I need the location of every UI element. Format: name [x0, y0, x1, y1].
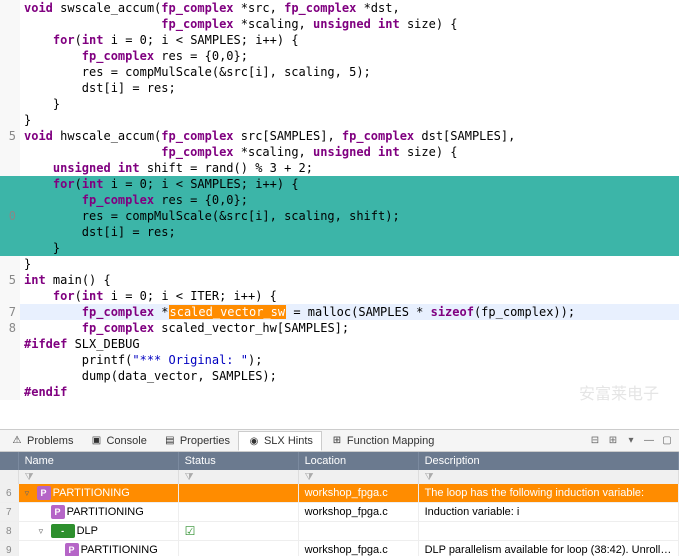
row-badge: P	[51, 505, 65, 519]
tab-console[interactable]: ▣Console	[81, 431, 154, 450]
row-location	[298, 522, 418, 541]
code-line[interactable]: 7 fp_complex *scaled_vector_sw = malloc(…	[0, 304, 679, 320]
code-line[interactable]: fp_complex *scaling, unsigned int size) …	[0, 16, 679, 32]
row-badge: P	[37, 486, 51, 500]
tab-slx-hints[interactable]: ◉SLX Hints	[238, 431, 322, 451]
filter-icon[interactable]: ⧩	[25, 472, 34, 483]
code-line[interactable]: dst[i] = res;	[0, 80, 679, 96]
row-description	[418, 522, 678, 541]
code-line[interactable]: 5int main() {	[0, 272, 679, 288]
row-location: workshop_fpga.c	[298, 541, 418, 556]
row-badge: -	[51, 524, 75, 538]
row-description: The loop has the following induction var…	[418, 484, 678, 503]
tab-label: SLX Hints	[264, 435, 313, 447]
code-line[interactable]: dst[i] = res;	[0, 224, 679, 240]
code-line[interactable]: printf("*** Original: ");	[0, 352, 679, 368]
row-name: PARTITIONING	[53, 487, 130, 499]
tab-problems[interactable]: ⚠Problems	[2, 431, 81, 450]
filter-icon[interactable]: ⧩	[305, 472, 314, 483]
status-ok-icon: ☑	[185, 524, 196, 538]
tab-label: Function Mapping	[347, 435, 434, 447]
code-line[interactable]: }	[0, 112, 679, 128]
tab-icon: ▣	[89, 434, 103, 448]
row-location: workshop_fpga.c	[298, 503, 418, 522]
tab-function-mapping[interactable]: ⊞Function Mapping	[322, 431, 442, 450]
row-description: Induction variable: i	[418, 503, 678, 522]
code-line[interactable]: }	[0, 96, 679, 112]
table-header-row: Name Status Location Description	[0, 452, 679, 470]
code-line[interactable]: fp_complex *scaling, unsigned int size) …	[0, 144, 679, 160]
tab-bar: ⚠Problems▣Console▤Properties◉SLX Hints⊞F…	[0, 430, 679, 452]
filter-icon[interactable]: ⧩	[425, 472, 434, 483]
col-description[interactable]: Description	[418, 452, 678, 470]
code-line[interactable]: 8 fp_complex scaled_vector_hw[SAMPLES];	[0, 320, 679, 336]
bottom-panel: ⚠Problems▣Console▤Properties◉SLX Hints⊞F…	[0, 430, 679, 556]
code-editor[interactable]: void swscale_accum(fp_complex *src, fp_c…	[0, 0, 679, 430]
row-badge: P	[65, 543, 79, 556]
table-row[interactable]: 9PPARTITIONINGworkshop_fpga.cDLP paralle…	[0, 541, 679, 556]
collapse-icon[interactable]: ⊟	[587, 433, 603, 449]
row-location: workshop_fpga.c	[298, 484, 418, 503]
filter-icon[interactable]: ⧩	[185, 472, 194, 483]
table-row[interactable]: 8▿-DLP☑	[0, 522, 679, 541]
code-line[interactable]: unsigned int shift = rand() % 3 + 2;	[0, 160, 679, 176]
code-line[interactable]: res = compMulScale(&src[i], scaling, 5);	[0, 64, 679, 80]
tab-icon: ⚠	[10, 434, 24, 448]
tab-properties[interactable]: ▤Properties	[155, 431, 238, 450]
code-line[interactable]: fp_complex res = {0,0};	[0, 48, 679, 64]
expand-icon[interactable]: ⊞	[605, 433, 621, 449]
code-line[interactable]: 5void hwscale_accum(fp_complex src[SAMPL…	[0, 128, 679, 144]
code-line[interactable]: for(int i = 0; i < ITER; i++) {	[0, 288, 679, 304]
code-line[interactable]: }	[0, 256, 679, 272]
code-line[interactable]: #ifdef SLX_DEBUG	[0, 336, 679, 352]
hints-table-area[interactable]: Name Status Location Description ⧩ ⧩ ⧩ ⧩…	[0, 452, 679, 556]
hints-table: Name Status Location Description ⧩ ⧩ ⧩ ⧩…	[0, 452, 679, 556]
tab-icon: ⊞	[330, 434, 344, 448]
filter-row: ⧩ ⧩ ⧩ ⧩	[0, 470, 679, 484]
tab-icon: ▤	[163, 434, 177, 448]
code-line[interactable]: for(int i = 0; i < SAMPLES; i++) {	[0, 32, 679, 48]
maximize-icon[interactable]: ▢	[659, 433, 675, 449]
code-line[interactable]: void swscale_accum(fp_complex *src, fp_c…	[0, 0, 679, 16]
col-status[interactable]: Status	[178, 452, 298, 470]
code-line[interactable]: for(int i = 0; i < SAMPLES; i++) {	[0, 176, 679, 192]
tab-label: Properties	[180, 435, 230, 447]
tab-icon: ◉	[247, 434, 261, 448]
row-name: PARTITIONING	[67, 506, 144, 518]
row-description: DLP parallelism available for loop (38:4…	[418, 541, 678, 556]
code-line[interactable]: #endif	[0, 384, 679, 400]
code-line[interactable]: fp_complex res = {0,0};	[0, 192, 679, 208]
minimize-icon[interactable]: —	[641, 433, 657, 449]
tab-label: Problems	[27, 435, 73, 447]
code-line[interactable]: }	[0, 240, 679, 256]
table-row[interactable]: 6▿PPARTITIONINGworkshop_fpga.cThe loop h…	[0, 484, 679, 503]
tab-label: Console	[106, 435, 146, 447]
tree-toggle-icon[interactable]: ▿	[25, 488, 35, 499]
row-name: PARTITIONING	[81, 544, 158, 556]
code-line[interactable]: dump(data_vector, SAMPLES);	[0, 368, 679, 384]
row-name: DLP	[77, 525, 98, 537]
menu-icon[interactable]: ▾	[623, 433, 639, 449]
code-line[interactable]: 0 res = compMulScale(&src[i], scaling, s…	[0, 208, 679, 224]
tab-tools: ⊟ ⊞ ▾ — ▢	[587, 433, 679, 449]
col-location[interactable]: Location	[298, 452, 418, 470]
table-row[interactable]: 7PPARTITIONINGworkshop_fpga.cInduction v…	[0, 503, 679, 522]
tree-toggle-icon[interactable]: ▿	[39, 526, 49, 537]
col-name[interactable]: Name	[18, 452, 178, 470]
